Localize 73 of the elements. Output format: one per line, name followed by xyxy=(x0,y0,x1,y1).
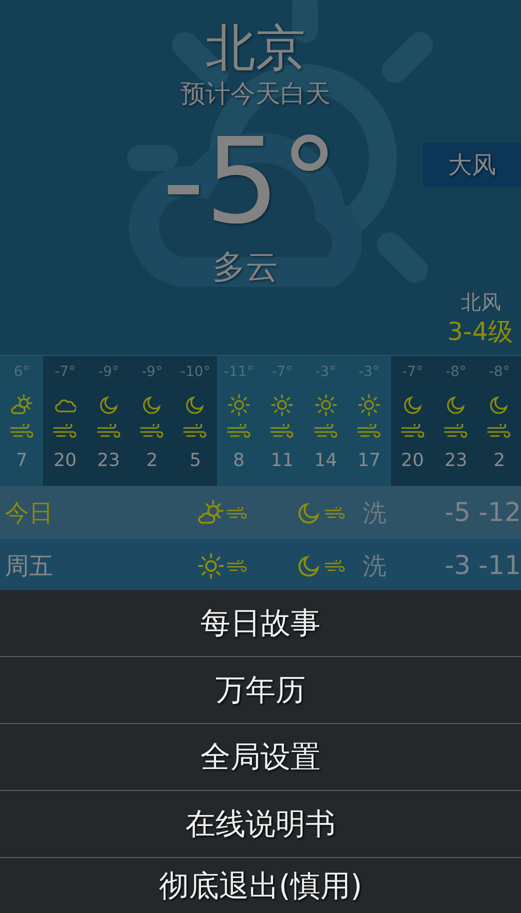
hour-label: 23 xyxy=(444,450,468,471)
wind-icon xyxy=(324,560,346,572)
moon-icon xyxy=(444,394,467,416)
sun-cloud-icon xyxy=(10,394,33,416)
hourly-temperature: -7° xyxy=(54,364,76,382)
hourly-temperature: -10° xyxy=(180,364,210,382)
sun-icon xyxy=(198,552,224,578)
hourly-temperature: -3° xyxy=(358,364,380,382)
low-temperature: -11 xyxy=(478,550,521,580)
forecast-period: 预计今天白天 xyxy=(180,78,330,110)
high-temperature: -5 xyxy=(444,498,471,528)
hourly-temperature: -11° xyxy=(224,364,254,382)
wind-icon xyxy=(270,424,294,438)
wind-icon xyxy=(10,424,34,438)
hourly-temperature: -7° xyxy=(272,364,293,382)
moon-icon xyxy=(184,394,206,416)
hour-label: 11 xyxy=(270,450,294,471)
weather-condition: 多云 xyxy=(212,246,278,288)
sun-icon xyxy=(358,394,380,416)
hour-label: 8 xyxy=(233,450,245,471)
sun-icon xyxy=(271,394,294,416)
wind-icon xyxy=(183,424,208,438)
moon-icon xyxy=(402,394,424,416)
low-temperature: -12 xyxy=(478,498,521,528)
day-label: 今日 xyxy=(5,498,54,528)
hour-label: 23 xyxy=(97,450,120,471)
wind-direction: 北风 xyxy=(461,289,501,316)
wind-icon xyxy=(314,424,338,438)
hourly-temperature: -9° xyxy=(141,364,162,382)
sun-icon xyxy=(314,394,337,416)
current-temperature: -5° xyxy=(162,116,339,246)
sun-cloud-icon xyxy=(198,500,224,526)
wind-icon xyxy=(400,424,424,438)
car-wash-index: 洗 xyxy=(362,498,388,528)
day-label: 周五 xyxy=(5,550,54,582)
car-wash-index: 洗 xyxy=(362,550,388,582)
city-name: 北京 xyxy=(206,18,306,78)
moon-icon xyxy=(488,394,510,416)
menu-item[interactable]: 万年历 xyxy=(0,657,521,724)
hour-label: 20 xyxy=(54,450,77,471)
hourly-temperature: -9° xyxy=(98,364,120,382)
menu-item[interactable]: 彻底退出(慎用) xyxy=(0,858,521,913)
hourly-temperature: -8° xyxy=(488,364,510,382)
moon-icon xyxy=(98,394,120,416)
wind-icon xyxy=(140,424,164,438)
wind-icon xyxy=(226,506,248,518)
hour-label: 20 xyxy=(401,450,424,471)
wind-force: 3-4级 xyxy=(447,316,513,348)
wind-icon xyxy=(324,506,346,518)
hourly-temperature: -8° xyxy=(445,364,466,382)
hour-label: 17 xyxy=(358,450,381,471)
sun-icon xyxy=(228,394,250,416)
wind-icon xyxy=(226,560,248,572)
wind-icon xyxy=(487,424,512,438)
hourly-temperature: 6° xyxy=(14,364,30,382)
hour-label: 7 xyxy=(16,450,28,471)
high-temperature: -3 xyxy=(444,550,471,580)
hourly-temperature: -3° xyxy=(315,364,336,382)
wind-icon xyxy=(96,424,121,438)
hour-label: 14 xyxy=(314,450,338,471)
hour-label: 2 xyxy=(146,450,158,471)
menu-item[interactable]: 全局设置 xyxy=(0,724,521,791)
wind-icon xyxy=(226,424,251,438)
hour-label: 2 xyxy=(494,450,506,471)
menu-item[interactable]: 在线说明书 xyxy=(0,791,521,858)
wind-icon xyxy=(357,424,382,438)
wind-icon xyxy=(444,424,468,438)
hourly-temperature: -7° xyxy=(402,364,423,382)
menu-item[interactable]: 每日故事 xyxy=(0,590,521,657)
moon-icon xyxy=(140,394,163,416)
hour-label: 5 xyxy=(190,450,202,471)
wind-icon xyxy=(53,424,78,438)
alert-badge: 大风 xyxy=(423,143,521,187)
